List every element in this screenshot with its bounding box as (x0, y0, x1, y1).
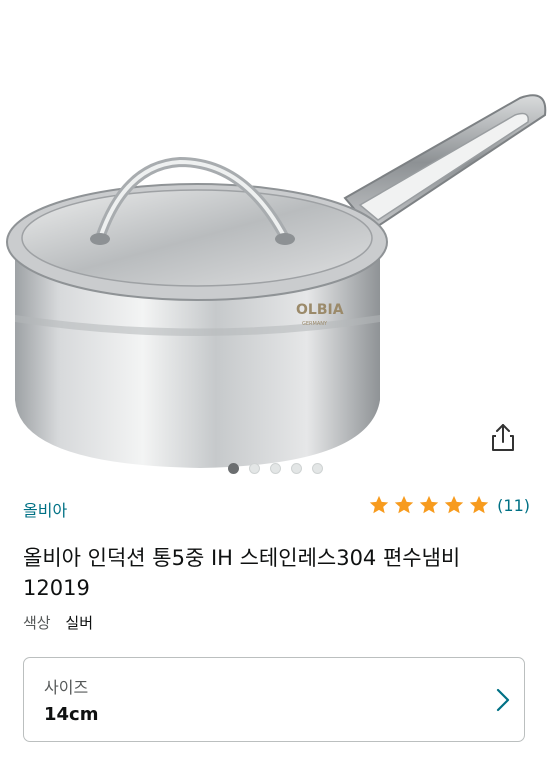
gallery-dot-active[interactable] (227, 463, 239, 474)
brand-link[interactable]: 올비아 (23, 497, 67, 521)
product-title-line1: 올비아 인덕션 통5중 IH 스테인레스304 편수냄비 (23, 546, 461, 570)
product-title: 올비아 인덕션 통5중 IH 스테인레스304 편수냄비 12019 (23, 543, 528, 603)
size-value: 14cm (44, 704, 99, 725)
rating-summary[interactable]: (11) (365, 494, 530, 516)
chevron-right-icon (496, 688, 510, 712)
color-value: 실버 (65, 614, 93, 632)
size-selector[interactable]: 사이즈 14cm (23, 657, 525, 742)
product-title-line2: 12019 (23, 576, 90, 600)
product-image[interactable]: OLBIA GERMANY (0, 70, 550, 470)
color-label: 색상 (23, 614, 51, 632)
gallery-dot[interactable] (248, 463, 260, 474)
size-label: 사이즈 (44, 678, 89, 697)
svg-text:GERMANY: GERMANY (302, 321, 328, 327)
star-icon (444, 495, 464, 514)
star-icon (394, 495, 414, 514)
rating-count[interactable]: (11) (497, 496, 530, 515)
gallery-dot[interactable] (269, 463, 281, 474)
gallery-dot[interactable] (311, 463, 323, 474)
star-icon (369, 495, 389, 514)
color-row: 색상 실버 (23, 612, 93, 633)
olbia-logo: OLBIA (296, 302, 344, 318)
share-icon (492, 424, 514, 451)
share-button[interactable] (486, 420, 520, 454)
gallery-pagination (0, 463, 550, 477)
gallery-dot[interactable] (290, 463, 302, 474)
product-image-gallery[interactable]: OLBIA GERMANY (0, 0, 550, 474)
star-icon (419, 495, 439, 514)
star-icon (469, 495, 489, 514)
